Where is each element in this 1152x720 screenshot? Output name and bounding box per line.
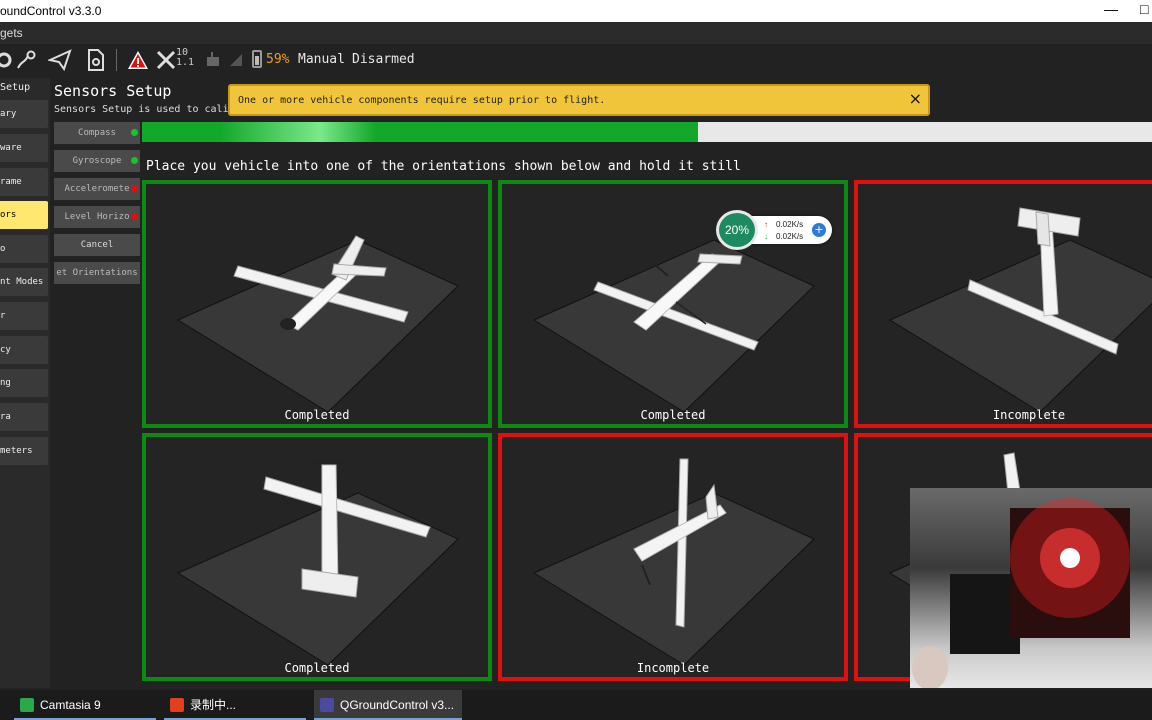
orientation-status: Completed (640, 408, 706, 422)
banner-close-button[interactable]: × (909, 89, 922, 108)
page-description: Sensors Setup is used to calibr (54, 104, 230, 115)
sidebar-header: Setup (0, 82, 31, 93)
warning-icon[interactable] (126, 48, 150, 72)
battery-percent: 59% (266, 52, 290, 67)
rc-icon[interactable] (204, 48, 228, 72)
status-dot-ok (131, 129, 138, 136)
webcam-overlay (910, 488, 1152, 688)
orientation-status: Completed (284, 661, 350, 675)
sidebar-item-power[interactable]: r (0, 302, 48, 330)
taskbar-label: 录制中... (190, 698, 237, 712)
flight-mode[interactable]: Manual (298, 52, 345, 67)
sidebar-item-flight-modes[interactable]: nt Modes (0, 268, 48, 296)
sidebar-item-radio[interactable]: o (0, 235, 48, 263)
orientation-status: Incomplete (636, 661, 710, 675)
download-arrow-icon: ↓ (764, 232, 768, 241)
menubar: gets (0, 22, 1152, 44)
banner-message: One or more vehicle components require s… (238, 95, 606, 106)
gps-icon[interactable] (154, 48, 178, 72)
taskbar-label: QGroundControl v3... (340, 698, 455, 712)
window-titlebar: oundControl v3.3.0 — □ (0, 0, 1152, 22)
status-dot-ok (131, 157, 138, 164)
signal-icon[interactable] (226, 48, 250, 72)
window-title: oundControl v3.3.0 (0, 4, 102, 18)
upload-arrow-icon: ↑ (764, 220, 768, 229)
webcam-image (912, 498, 1130, 688)
orientation-tile-level: Completed (142, 180, 492, 428)
sidebar-item-summary[interactable]: ary (0, 100, 48, 128)
sidebar-item-safety[interactable]: cy (0, 336, 48, 364)
setup-warning-banner: One or more vehicle components require s… (228, 84, 930, 116)
compass-button[interactable]: Compass (54, 122, 140, 144)
gyroscope-button[interactable]: Gyroscope (54, 150, 140, 172)
orientation-tile-left-side: Incomplete (498, 433, 848, 681)
download-speed: 0.02K/s (776, 232, 804, 241)
calibration-progress-bar (142, 122, 1152, 142)
level-horizon-label: Level Horizo (64, 212, 130, 222)
sidebar-item-parameters[interactable]: meters (0, 437, 48, 465)
page-title: Sensors Setup (54, 82, 172, 100)
setup-sidebar: Setup ary ware rame ors o nt Modes r cy … (0, 78, 50, 688)
accelerometer-label: Acceleromete (64, 184, 130, 194)
cancel-button[interactable]: Cancel (54, 234, 140, 256)
sidebar-item-sensors[interactable]: ors (0, 201, 48, 229)
qgroundcontrol-icon (320, 698, 334, 712)
camtasia-icon (20, 698, 34, 712)
menu-widgets[interactable]: gets (0, 26, 23, 40)
airplane-left-side-image (532, 458, 815, 666)
taskbar-item-qgroundcontrol[interactable]: QGroundControl v3... (314, 690, 462, 720)
airplane-nose-up-image (176, 461, 459, 666)
airplane-level-image (176, 235, 459, 413)
compass-label: Compass (78, 128, 116, 138)
orientation-status: Incomplete (992, 408, 1066, 422)
airplane-nose-down-image (888, 207, 1152, 413)
sidebar-item-camera[interactable]: ra (0, 403, 48, 431)
level-horizon-button[interactable]: Level Horizo (54, 206, 140, 228)
accelerometer-button[interactable]: Acceleromete (54, 178, 140, 200)
taskbar-item-camtasia[interactable]: Camtasia 9 (14, 690, 156, 720)
status-dot-needed (131, 213, 138, 220)
maximize-button[interactable]: □ (1140, 1, 1148, 17)
document-icon[interactable] (84, 48, 108, 72)
orientation-tile-nose-down: Incomplete (854, 180, 1152, 428)
sidebar-item-firmware[interactable]: ware (0, 134, 48, 162)
taskbar-label: Camtasia 9 (40, 698, 101, 712)
set-orientations-button[interactable]: et Orientations (54, 262, 140, 284)
send-icon[interactable] (48, 48, 72, 72)
calibration-instruction: Place you vehicle into one of the orient… (146, 159, 741, 174)
network-speed-widget[interactable]: 20% ↑ 0.02K/s ↓ 0.02K/s + (716, 210, 834, 250)
gps-status: 10 1.1 (176, 48, 194, 68)
minimize-button[interactable]: — (1104, 1, 1118, 17)
taskbar-item-recording[interactable]: 录制中... (164, 690, 306, 720)
gps-hdop: 1.1 (176, 57, 195, 68)
taskbar: Camtasia 9 录制中... QGroundControl v3... (0, 690, 1152, 720)
orientation-status: Completed (284, 408, 350, 422)
plus-icon[interactable]: + (812, 223, 826, 237)
arm-state[interactable]: Disarmed (352, 52, 415, 67)
toolbar-separator (116, 49, 117, 71)
toolbar: 10 1.1 59% Manual Disarmed (0, 44, 1152, 76)
sidebar-item-airframe[interactable]: rame (0, 168, 48, 196)
network-percent: 20% (716, 210, 758, 250)
battery-icon[interactable] (252, 50, 262, 68)
waypoint-icon[interactable] (14, 48, 38, 72)
orientation-tile-nose-up: Completed (142, 433, 492, 681)
recorder-icon (170, 698, 184, 712)
sidebar-item-tuning[interactable]: ng (0, 369, 48, 397)
upload-speed: 0.02K/s (776, 220, 804, 229)
gyroscope-label: Gyroscope (72, 156, 122, 166)
progress-fill (142, 122, 698, 142)
status-dot-needed (131, 185, 138, 192)
